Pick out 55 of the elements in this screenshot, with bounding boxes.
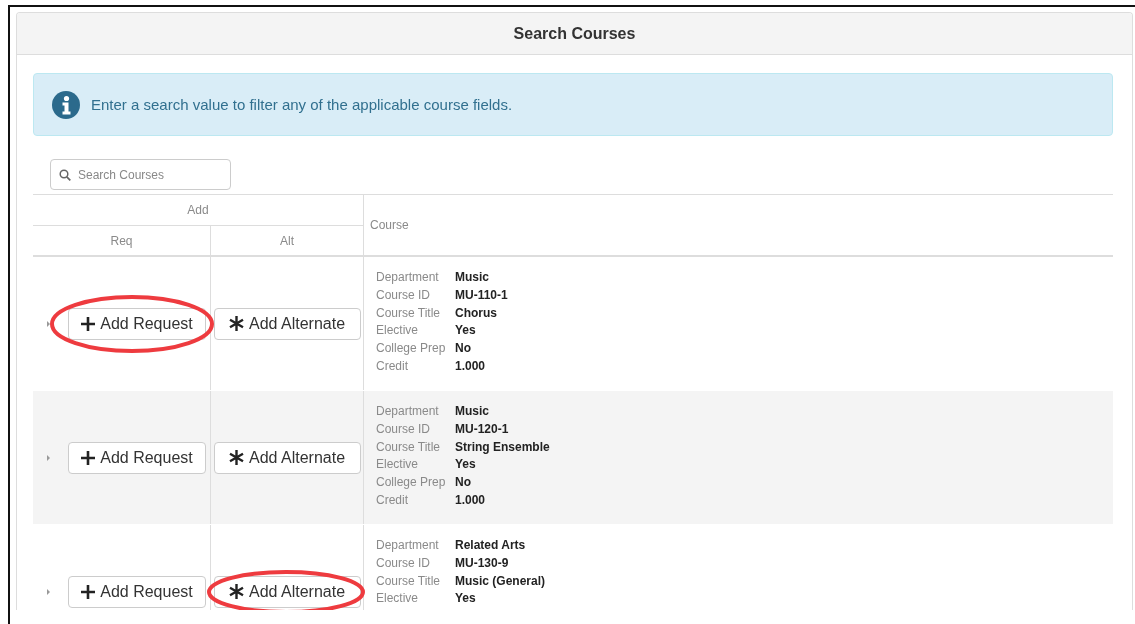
asterisk-icon <box>228 316 244 331</box>
field-label: Course Title <box>376 572 442 590</box>
field-label: Elective <box>376 590 420 608</box>
field-label: Course ID <box>376 554 432 572</box>
field-value: Music <box>455 269 490 286</box>
panel-title: Search Courses <box>513 24 636 43</box>
field-value: Chorus <box>455 304 498 322</box>
field-value: Music (General) <box>455 572 547 590</box>
field-value: MU-120-1 <box>455 420 510 438</box>
field-value: String Ensemble <box>455 438 551 456</box>
add-alternate-button[interactable]: Add Alternate <box>213 441 361 474</box>
field-label: College Prep <box>376 474 447 492</box>
field-value: Music <box>455 403 490 420</box>
field-label: Credit <box>376 492 409 509</box>
search-field[interactable]: Search Courses <box>50 159 231 190</box>
field-value: No <box>455 340 472 358</box>
expand-caret-icon[interactable] <box>46 587 51 596</box>
field-label: Course Title <box>376 438 442 456</box>
column-header: Course <box>369 217 410 234</box>
add-request-button[interactable]: Add Request <box>68 307 206 340</box>
add-request-button[interactable]: Add Request <box>68 575 206 608</box>
column-header: Alt <box>211 226 364 255</box>
field-label: College Prep <box>376 340 447 358</box>
alert-text: Enter a search value to filter any of the applicable course fields. <box>91 96 513 113</box>
field-label: Department <box>376 537 440 554</box>
field-value: MU-110-1 <box>455 286 509 304</box>
add-alternate-button[interactable]: Add Alternate <box>213 307 361 340</box>
add-request-button[interactable]: Add Request <box>68 441 206 474</box>
field-label: Credit <box>376 358 409 375</box>
field-label: Elective <box>376 456 420 474</box>
field-label: Department <box>376 269 440 286</box>
expand-caret-icon[interactable] <box>46 453 51 462</box>
field-label: Course ID <box>376 286 432 304</box>
column-group-header: Add <box>33 195 364 226</box>
asterisk-icon <box>228 584 244 599</box>
field-label: Elective <box>376 322 420 340</box>
field-value: MU-130-9 <box>455 554 510 572</box>
info-icon <box>52 90 80 119</box>
plus-icon <box>81 584 96 599</box>
search-icon <box>59 169 71 181</box>
plus-icon <box>81 450 96 465</box>
field-value: 1.000 <box>455 492 487 509</box>
plus-icon <box>81 316 96 331</box>
field-value: No <box>455 474 472 492</box>
field-value: 1.000 <box>455 358 487 375</box>
asterisk-icon <box>228 450 244 465</box>
field-value: Yes <box>455 456 477 474</box>
expand-caret-icon[interactable] <box>46 319 51 328</box>
field-value: Yes <box>455 590 477 608</box>
field-value: Related Arts <box>455 537 527 554</box>
field-value: Yes <box>455 322 477 340</box>
field-label: Course ID <box>376 420 432 438</box>
field-label: Department <box>376 403 440 420</box>
column-header: Req <box>33 226 211 255</box>
field-label: Course Title <box>376 304 442 322</box>
